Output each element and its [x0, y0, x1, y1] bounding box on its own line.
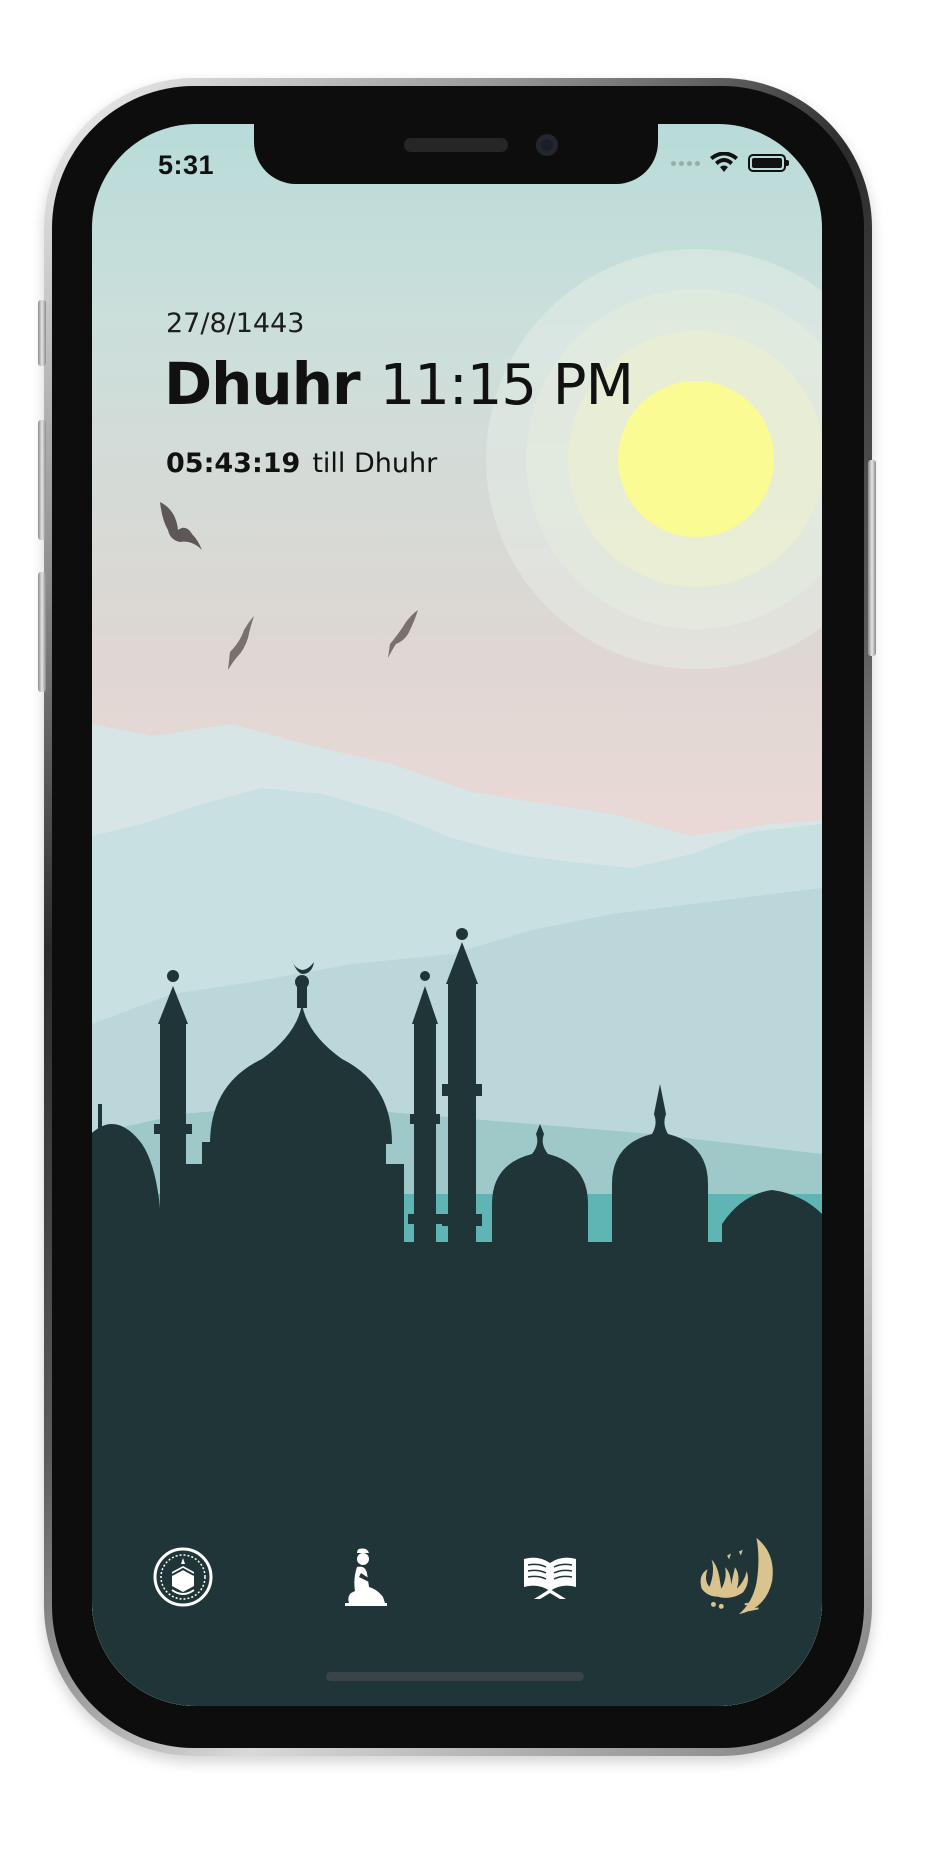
- kaaba-icon: [153, 1547, 213, 1607]
- status-bar-indicators: [671, 152, 789, 174]
- home-indicator[interactable]: [326, 1672, 584, 1681]
- countdown-value: 05:43:19: [166, 448, 301, 479]
- bird-1: [160, 502, 202, 550]
- app-screen: 5:31 27/8/1443 Dhuhr 11:15 PM 05:43:19 t…: [92, 124, 822, 1706]
- islami-calligraphy-logo: [700, 1537, 773, 1615]
- bottom-navigation: [92, 1522, 822, 1632]
- volume-down-button: [38, 572, 46, 692]
- nav-prayer-button[interactable]: [321, 1532, 411, 1622]
- sun: [618, 381, 774, 537]
- notch: [254, 124, 658, 184]
- quran-book-icon: [523, 1557, 576, 1599]
- prayer-countdown: 05:43:19 till Dhuhr: [166, 448, 437, 479]
- front-camera: [536, 134, 558, 156]
- next-prayer-line: Dhuhr 11:15 PM: [164, 350, 634, 418]
- status-bar-time: 5:31: [158, 150, 215, 180]
- device-mockup: 5:31 27/8/1443 Dhuhr 11:15 PM 05:43:19 t…: [0, 0, 928, 1866]
- bird-2: [228, 616, 254, 670]
- prayer-name: Dhuhr: [164, 350, 361, 418]
- silent-switch: [38, 300, 46, 366]
- nav-qibla-button[interactable]: [138, 1532, 228, 1622]
- battery-icon: [748, 154, 789, 172]
- volume-up-button: [38, 420, 46, 540]
- praying-person-icon: [345, 1548, 388, 1606]
- earpiece-speaker: [404, 138, 508, 152]
- countdown-suffix: till Dhuhr: [312, 448, 438, 479]
- power-button: [868, 460, 876, 656]
- nav-quran-button[interactable]: [505, 1532, 595, 1622]
- wifi-icon: [710, 152, 738, 172]
- nav-islami-logo-button[interactable]: [688, 1532, 778, 1622]
- prayer-time: 11:15 PM: [379, 353, 634, 418]
- hijri-date: 27/8/1443: [166, 308, 305, 339]
- cellular-signal-icon: [671, 160, 700, 166]
- bird-3: [388, 610, 418, 658]
